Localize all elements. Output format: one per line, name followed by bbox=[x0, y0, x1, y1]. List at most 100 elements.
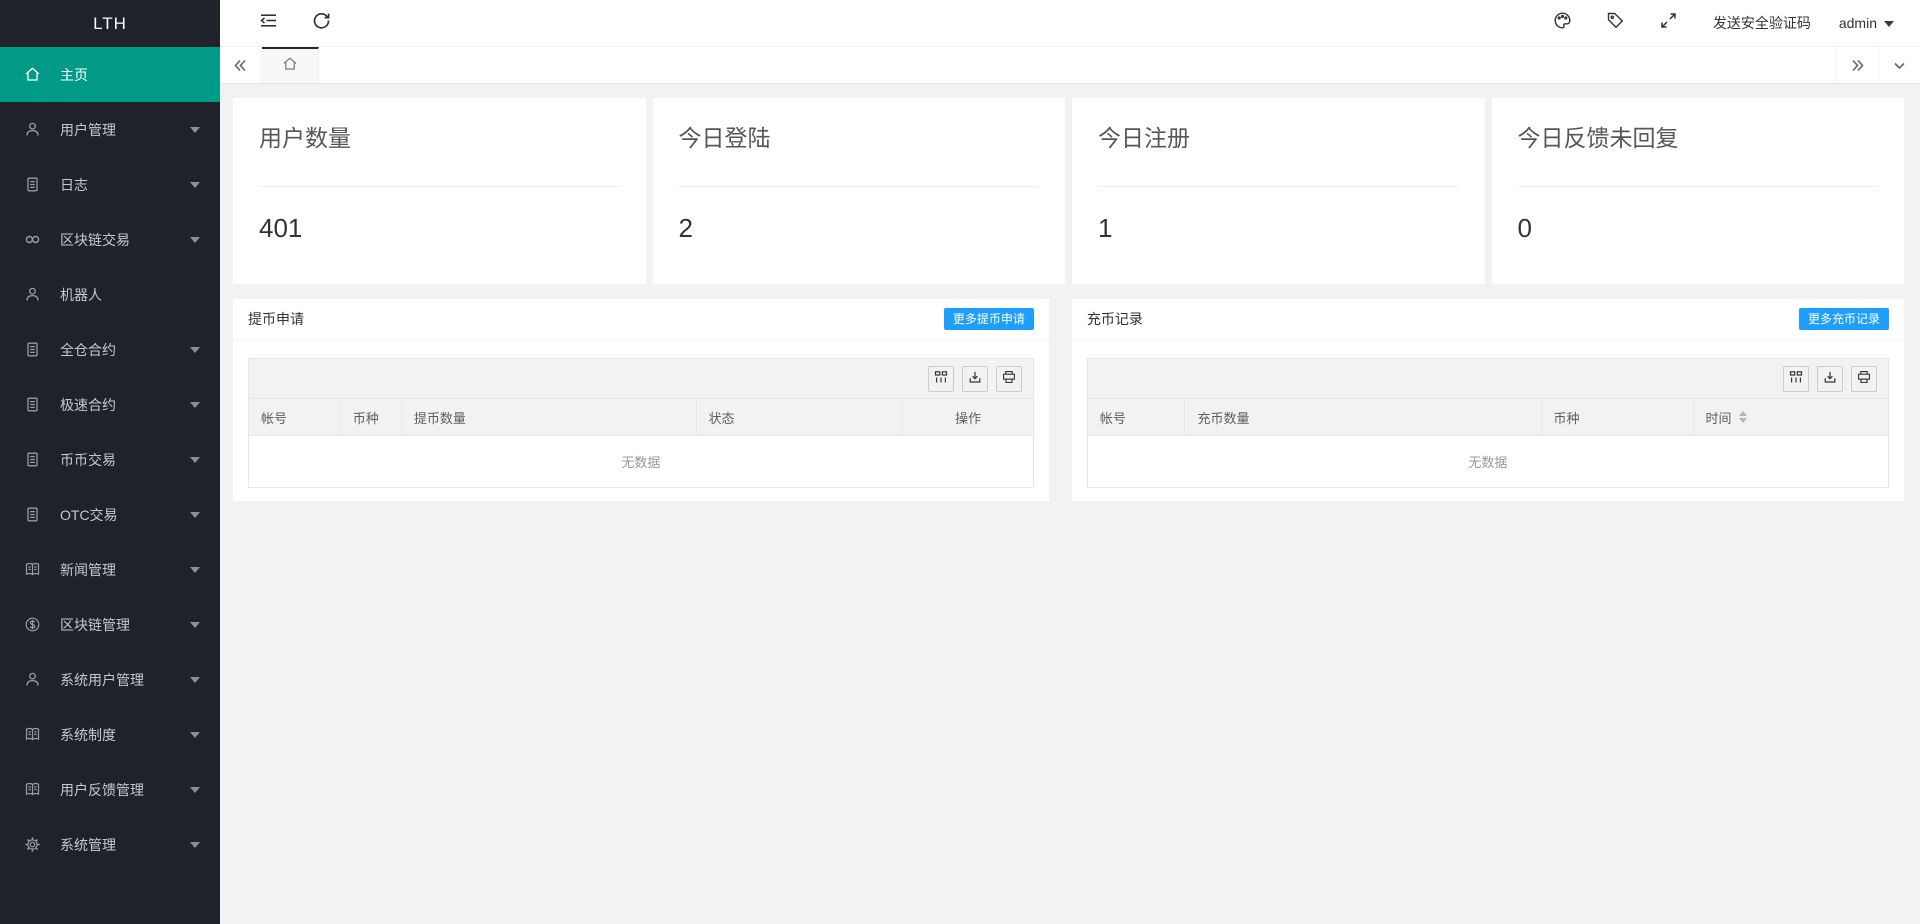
sidebar-item-4[interactable]: 机器人 bbox=[0, 267, 220, 322]
gear-icon bbox=[24, 836, 41, 853]
column-header: 充币数量 bbox=[1185, 399, 1541, 435]
tag-button[interactable] bbox=[1589, 0, 1642, 47]
panel-title: 提币申请 bbox=[248, 309, 304, 329]
column-header-label: 操作 bbox=[955, 408, 981, 427]
stat-card-value: 2 bbox=[679, 213, 1040, 244]
chevron-down-icon bbox=[1884, 21, 1894, 27]
chevron-down-icon bbox=[190, 732, 200, 738]
more-button[interactable]: 更多提币申请 bbox=[944, 308, 1034, 330]
sidebar-item-label: 日志 bbox=[60, 175, 190, 195]
news-icon bbox=[24, 561, 41, 578]
panel-header: 提币申请 更多提币申请 bbox=[233, 299, 1049, 340]
table-header-row: 帐号充币数量币种时间 bbox=[1088, 399, 1888, 435]
column-header: 提币数量 bbox=[402, 399, 697, 435]
sidebar-item-7[interactable]: 币币交易 bbox=[0, 432, 220, 487]
panel-header: 充币记录 更多充币记录 bbox=[1072, 299, 1904, 340]
sidebar-item-1[interactable]: 用户管理 bbox=[0, 102, 220, 157]
toolbar-columns-button[interactable] bbox=[928, 366, 954, 392]
stat-card-3: 今日反馈未回复0 bbox=[1492, 98, 1905, 284]
chevron-down-icon bbox=[190, 787, 200, 793]
tag-icon bbox=[1606, 11, 1625, 35]
sidebar-item-6[interactable]: 极速合约 bbox=[0, 377, 220, 432]
topbar: 发送安全验证码 admin bbox=[220, 0, 1920, 47]
admin-app: LTH 主页用户管理日志区块链交易机器人全仓合约极速合约币币交易 OTC交易新闻管… bbox=[0, 0, 1920, 924]
column-header-label: 币种 bbox=[1554, 408, 1580, 427]
sidebar-item-label: 系统制度 bbox=[60, 725, 190, 745]
user-icon bbox=[24, 286, 41, 303]
column-header: 币种 bbox=[341, 399, 402, 435]
stat-card-value: 1 bbox=[1098, 213, 1459, 244]
sidebar-item-2[interactable]: 日志 bbox=[0, 157, 220, 212]
sidebar-item-13[interactable]: 用户反馈管理 bbox=[0, 762, 220, 817]
chevron-down-icon bbox=[190, 567, 200, 573]
username: admin bbox=[1839, 15, 1877, 31]
tab-home[interactable] bbox=[262, 47, 319, 83]
send-security-code-button[interactable]: 发送安全验证码 bbox=[1695, 13, 1829, 33]
sidebar-item-10[interactable]: 区块链管理 bbox=[0, 597, 220, 652]
refresh-button[interactable] bbox=[295, 0, 348, 47]
sidebar-item-5[interactable]: 全仓合约 bbox=[0, 322, 220, 377]
export-icon bbox=[1823, 370, 1837, 387]
chevron-down-icon bbox=[190, 677, 200, 683]
sidebar-item-9[interactable]: 新闻管理 bbox=[0, 542, 220, 597]
panel-1: 充币记录更多充币记录帐号充币数量币种时间无数据 bbox=[1072, 299, 1904, 501]
tabbar bbox=[220, 47, 1920, 84]
app-logo: LTH bbox=[0, 0, 220, 47]
tabs-scroll-left-button[interactable] bbox=[220, 47, 262, 83]
panel-0: 提币申请更多提币申请帐号币种提币数量状态操作无数据 bbox=[233, 299, 1049, 501]
toolbar-export-button[interactable] bbox=[1817, 366, 1843, 392]
sidebar-item-3[interactable]: 区块链交易 bbox=[0, 212, 220, 267]
home-icon bbox=[282, 56, 298, 77]
theme-button[interactable] bbox=[1536, 0, 1589, 47]
collapse-menu-button[interactable] bbox=[242, 0, 295, 47]
chevron-down-icon bbox=[190, 842, 200, 848]
column-header: 帐号 bbox=[249, 399, 341, 435]
column-header-label: 帐号 bbox=[261, 408, 287, 427]
column-header: 操作 bbox=[903, 399, 1032, 435]
table-empty-message: 无数据 bbox=[249, 435, 1033, 487]
stat-card-value: 401 bbox=[259, 213, 620, 244]
sidebar-item-label: 机器人 bbox=[60, 285, 200, 305]
sidebar-item-label: 极速合约 bbox=[60, 395, 190, 415]
stat-card-title: 今日登陆 bbox=[679, 124, 1040, 186]
sidebar: LTH 主页用户管理日志区块链交易机器人全仓合约极速合约币币交易 OTC交易新闻管… bbox=[0, 0, 220, 924]
table-header-row: 帐号币种提币数量状态操作 bbox=[249, 399, 1033, 435]
toolbar-print-button[interactable] bbox=[1851, 366, 1877, 392]
stat-card-2: 今日注册 1 bbox=[1072, 98, 1485, 284]
sidebar-item-label: 区块链交易 bbox=[60, 230, 190, 250]
sidebar-item-14[interactable]: 系统管理 bbox=[0, 817, 220, 872]
stat-card-1: 今日登陆 2 bbox=[653, 98, 1066, 284]
news-icon bbox=[24, 781, 41, 798]
sidebar-item-label: 币币交易 bbox=[60, 450, 190, 470]
stat-card-title: 今日注册 bbox=[1098, 124, 1459, 186]
sort-icon[interactable] bbox=[1739, 411, 1747, 423]
chevron-down-icon bbox=[190, 512, 200, 518]
content: 用户数量401今日登陆2今日注册1今日反馈未回复0 提币申请更多提币申请帐号币种… bbox=[220, 84, 1920, 924]
more-button[interactable]: 更多充币记录 bbox=[1799, 308, 1889, 330]
sidebar-item-0[interactable]: 主页 bbox=[0, 47, 220, 102]
sidebar-item-label: 系统管理 bbox=[60, 835, 190, 855]
sidebar-item-8[interactable]: OTC交易 bbox=[0, 487, 220, 542]
chevron-down-icon bbox=[190, 457, 200, 463]
news-icon bbox=[24, 726, 41, 743]
sidebar-item-12[interactable]: 系统制度 bbox=[0, 707, 220, 762]
user-dropdown[interactable]: admin bbox=[1829, 15, 1912, 31]
toolbar-print-button[interactable] bbox=[996, 366, 1022, 392]
toolbar-export-button[interactable] bbox=[962, 366, 988, 392]
sidebar-item-label: 新闻管理 bbox=[60, 560, 190, 580]
tabs-scroll-right-button[interactable] bbox=[1836, 47, 1878, 83]
main-area: 发送安全验证码 admin bbox=[220, 0, 1920, 924]
columns-icon bbox=[1789, 370, 1803, 387]
chevron-down-icon bbox=[190, 402, 200, 408]
panels: 提币申请更多提币申请帐号币种提币数量状态操作无数据充币记录更多充币记录帐号充币数… bbox=[233, 299, 1904, 501]
toolbar-columns-button[interactable] bbox=[1783, 366, 1809, 392]
column-header-label: 币种 bbox=[353, 408, 379, 427]
document-icon bbox=[24, 341, 41, 358]
tabs-menu-button[interactable] bbox=[1878, 47, 1920, 83]
print-icon bbox=[1857, 370, 1871, 387]
sidebar-item-label: 用户反馈管理 bbox=[60, 780, 190, 800]
panel-title: 充币记录 bbox=[1087, 309, 1143, 329]
sidebar-item-11[interactable]: 系统用户管理 bbox=[0, 652, 220, 707]
sidebar-item-label: 用户管理 bbox=[60, 120, 190, 140]
fullscreen-button[interactable] bbox=[1642, 0, 1695, 47]
